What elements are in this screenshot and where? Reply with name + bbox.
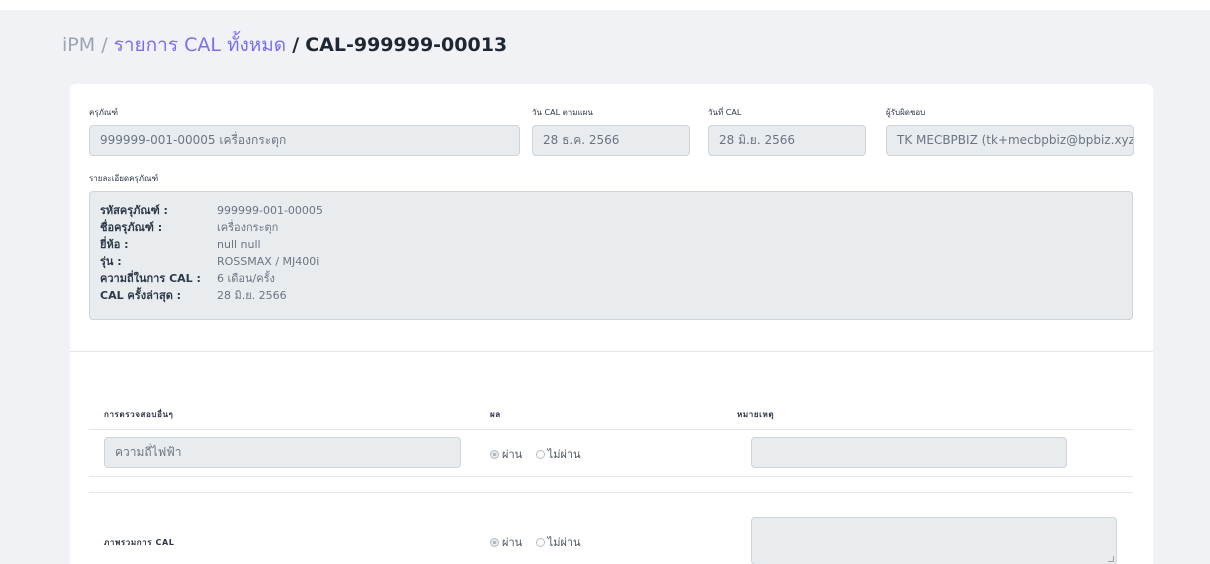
cal-date-label: วันที่ CAL bbox=[708, 108, 742, 117]
table-header-line bbox=[89, 429, 1133, 430]
pass-label: ผ่าน bbox=[502, 536, 523, 549]
detail-value: null null bbox=[217, 238, 261, 251]
cal-detail-card: ครุภัณฑ์ 999999-001-00005 เครื่องกระตุก … bbox=[70, 84, 1153, 564]
detail-value: ROSSMAX / MJ400i bbox=[217, 255, 320, 268]
equipment-field[interactable]: 999999-001-00005 เครื่องกระตุก bbox=[89, 125, 520, 156]
detail-label: ความถี่ในการ CAL : bbox=[100, 272, 201, 285]
radio-button[interactable] bbox=[535, 450, 545, 459]
breadcrumb: iPM / รายการ CAL ทั้งหมด / CAL-999999-00… bbox=[62, 30, 507, 60]
check-result-radio-group: ผ่าน ไม่ผ่าน bbox=[490, 445, 591, 463]
top-bar bbox=[0, 0, 1210, 10]
detail-row: ความถี่ในการ CAL : 6 เดือน/ครั้ง bbox=[100, 269, 275, 287]
result-header: ผล bbox=[490, 410, 501, 419]
section-line bbox=[89, 492, 1133, 493]
resize-handle-icon[interactable] bbox=[1108, 556, 1114, 562]
pass-radio-option[interactable]: ผ่าน bbox=[490, 448, 522, 461]
detail-row: รหัสครุภัณฑ์ : 999999-001-00005 bbox=[100, 201, 323, 219]
breadcrumb-cal-list-link[interactable]: รายการ CAL ทั้งหมด bbox=[114, 34, 287, 56]
detail-label: รหัสครุภัณฑ์ : bbox=[100, 204, 168, 217]
responsible-field[interactable]: TK MECBPBIZ (tk+mecbpbiz@bpbiz.xyz) bbox=[886, 125, 1134, 156]
section-divider bbox=[70, 351, 1153, 352]
equipment-label: ครุภัณฑ์ bbox=[89, 108, 118, 117]
detail-row: CAL ครั้งล่าสุด : 28 มิ.ย. 2566 bbox=[100, 286, 287, 304]
fail-label: ไม่ผ่าน bbox=[547, 536, 581, 549]
responsible-label: ผู้รับผิดชอบ bbox=[886, 108, 926, 117]
detail-value: 6 เดือน/ครั้ง bbox=[217, 272, 275, 285]
detail-label: ชื่อครุภัณฑ์ : bbox=[100, 221, 163, 234]
planned-date-label: วัน CAL ตามแผน bbox=[532, 108, 593, 117]
other-checks-header: การตรวจสอบอื่นๆ bbox=[104, 410, 174, 419]
detail-value: เครื่องกระตุก bbox=[217, 221, 279, 234]
detail-value: 999999-001-00005 bbox=[217, 204, 323, 217]
detail-value: 28 มิ.ย. 2566 bbox=[217, 289, 287, 302]
overall-fail-radio-option[interactable]: ไม่ผ่าน bbox=[535, 536, 581, 549]
detail-row: ยี่ห้อ : null null bbox=[100, 235, 261, 253]
detail-label: CAL ครั้งล่าสุด : bbox=[100, 289, 182, 302]
table-row-line bbox=[89, 476, 1133, 477]
detail-label: ยี่ห้อ : bbox=[100, 238, 129, 251]
detail-row: รุ่น : ROSSMAX / MJ400i bbox=[100, 252, 319, 270]
equipment-details-box: รหัสครุภัณฑ์ : 999999-001-00005 ชื่อครุภั… bbox=[89, 191, 1133, 320]
fail-label: ไม่ผ่าน bbox=[547, 448, 581, 461]
breadcrumb-separator: / bbox=[292, 34, 300, 56]
overall-pass-radio-option[interactable]: ผ่าน bbox=[490, 536, 522, 549]
pass-label: ผ่าน bbox=[502, 448, 523, 461]
remarks-header: หมายเหตุ bbox=[737, 410, 775, 419]
breadcrumb-separator: / bbox=[101, 34, 108, 56]
details-label: รายละเอียดครุภัณฑ์ bbox=[89, 174, 159, 183]
detail-row: ชื่อครุภัณฑ์ : เครื่องกระตุก bbox=[100, 218, 278, 236]
planned-date-field[interactable]: 28 ธ.ค. 2566 bbox=[532, 125, 690, 156]
check-remarks-input[interactable] bbox=[751, 437, 1067, 468]
fail-radio-option[interactable]: ไม่ผ่าน bbox=[535, 448, 581, 461]
detail-label: รุ่น : bbox=[100, 255, 122, 268]
overall-cal-label: ภาพรวมการ CAL bbox=[104, 538, 175, 547]
breadcrumb-root[interactable]: iPM bbox=[62, 34, 95, 56]
cal-date-field[interactable]: 28 มิ.ย. 2566 bbox=[708, 125, 866, 156]
check-item-field[interactable]: ความถี่ไฟฟ้า bbox=[104, 437, 461, 468]
radio-button[interactable] bbox=[490, 538, 499, 547]
overall-result-radio-group: ผ่าน ไม่ผ่าน bbox=[490, 533, 591, 551]
overall-remarks-textarea[interactable] bbox=[751, 517, 1117, 564]
radio-button[interactable] bbox=[490, 450, 499, 459]
breadcrumb-current: CAL-999999-00013 bbox=[305, 34, 508, 56]
radio-button[interactable] bbox=[535, 538, 545, 547]
